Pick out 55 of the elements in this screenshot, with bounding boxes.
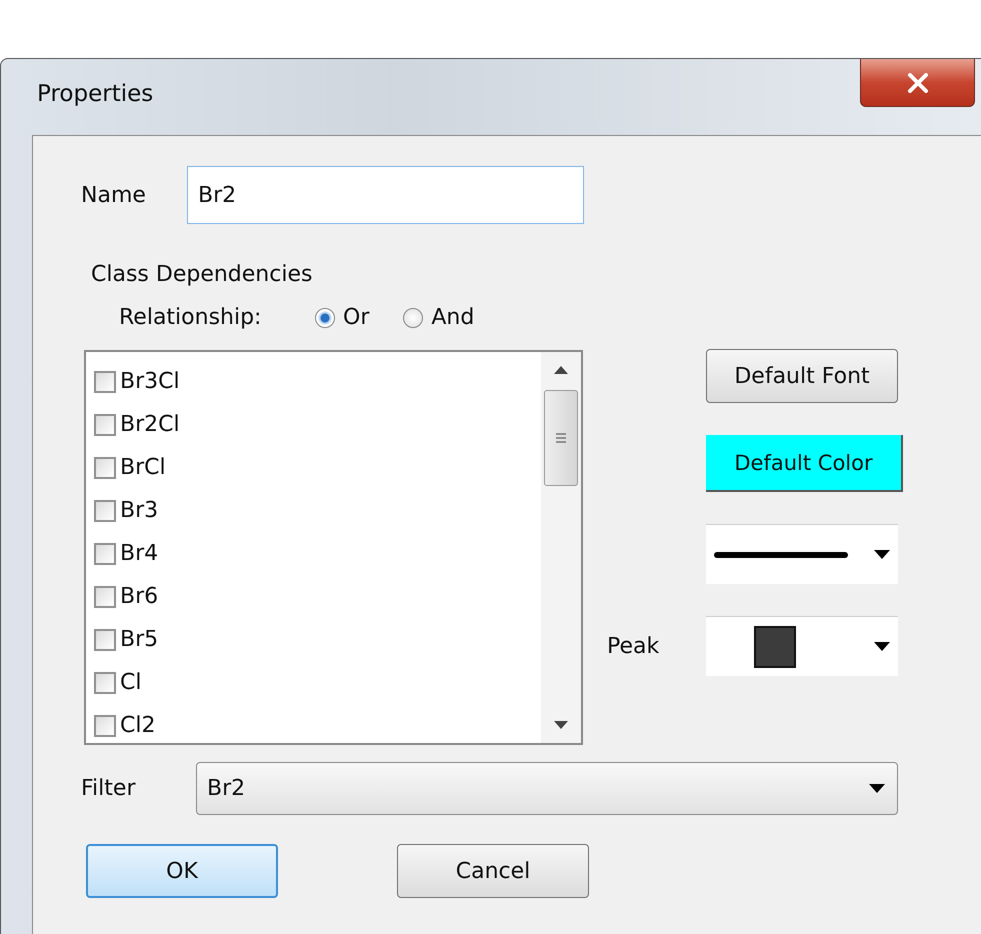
list-item[interactable]: Br4 [94,532,541,575]
checkbox[interactable] [94,586,116,608]
caret-icon [874,642,890,651]
peak-label: Peak [607,634,660,658]
checkbox[interactable] [94,714,116,736]
caret-icon [874,550,890,559]
item-label: Br5 [120,627,158,652]
filter-label: Filter [81,776,136,801]
close-icon [906,72,928,92]
scroll-down-icon [554,721,568,729]
line-style-icon [714,550,848,558]
caret-icon [869,784,885,793]
item-label: Br3 [120,498,158,523]
name-label: Name [81,182,147,208]
item-label: Cl [120,670,142,695]
item-label: Br6 [120,584,158,609]
class-dependencies-label: Class Dependencies [91,262,314,287]
checkbox[interactable] [94,542,116,564]
list-item[interactable]: BrCl [94,446,541,489]
list-item[interactable]: Cl [94,661,541,704]
window-title: Properties [37,81,154,107]
item-label: Br4 [120,541,158,566]
radio-option[interactable]: Or [315,305,370,330]
list-item[interactable]: Br3Cl [94,360,541,403]
checkbox[interactable] [94,414,116,436]
item-label: Br2Cl [120,412,180,437]
checkbox[interactable] [94,370,116,392]
list-item[interactable]: Br3 [94,489,541,532]
item-label: BrCl [120,455,166,480]
filter-dropdown[interactable]: Br2 [196,762,898,815]
cancel-button[interactable]: Cancel [397,844,589,898]
scrollbar[interactable] [541,352,581,743]
name-field[interactable]: Br2 [187,166,584,224]
grip-icon [555,432,567,444]
default-color-button[interactable]: Default Color [706,435,903,492]
checkbox[interactable] [94,456,116,478]
close-button[interactable] [860,59,975,107]
item-label: Br3Cl [120,369,180,394]
ok-button[interactable]: OK [86,844,278,898]
checkbox[interactable] [94,628,116,650]
scroll-up-icon [554,366,568,374]
checkbox[interactable] [94,672,116,694]
scroll-thumb[interactable] [544,390,578,486]
list-item[interactable]: Br6 [94,575,541,618]
list-item[interactable]: Cl2 [94,704,541,747]
square-marker-icon [754,626,796,668]
style-dropdown[interactable] [706,524,898,584]
style-dropdown[interactable] [706,616,898,676]
item-label: Cl2 [120,713,156,738]
default-font-button[interactable]: Default Font [706,349,898,403]
list-item[interactable]: Br5 [94,618,541,661]
relationship-label: Relationship: [119,305,262,330]
radio-option[interactable]: And [403,305,474,330]
checkbox[interactable] [94,500,116,522]
list-item[interactable]: Br2Cl [94,403,541,446]
